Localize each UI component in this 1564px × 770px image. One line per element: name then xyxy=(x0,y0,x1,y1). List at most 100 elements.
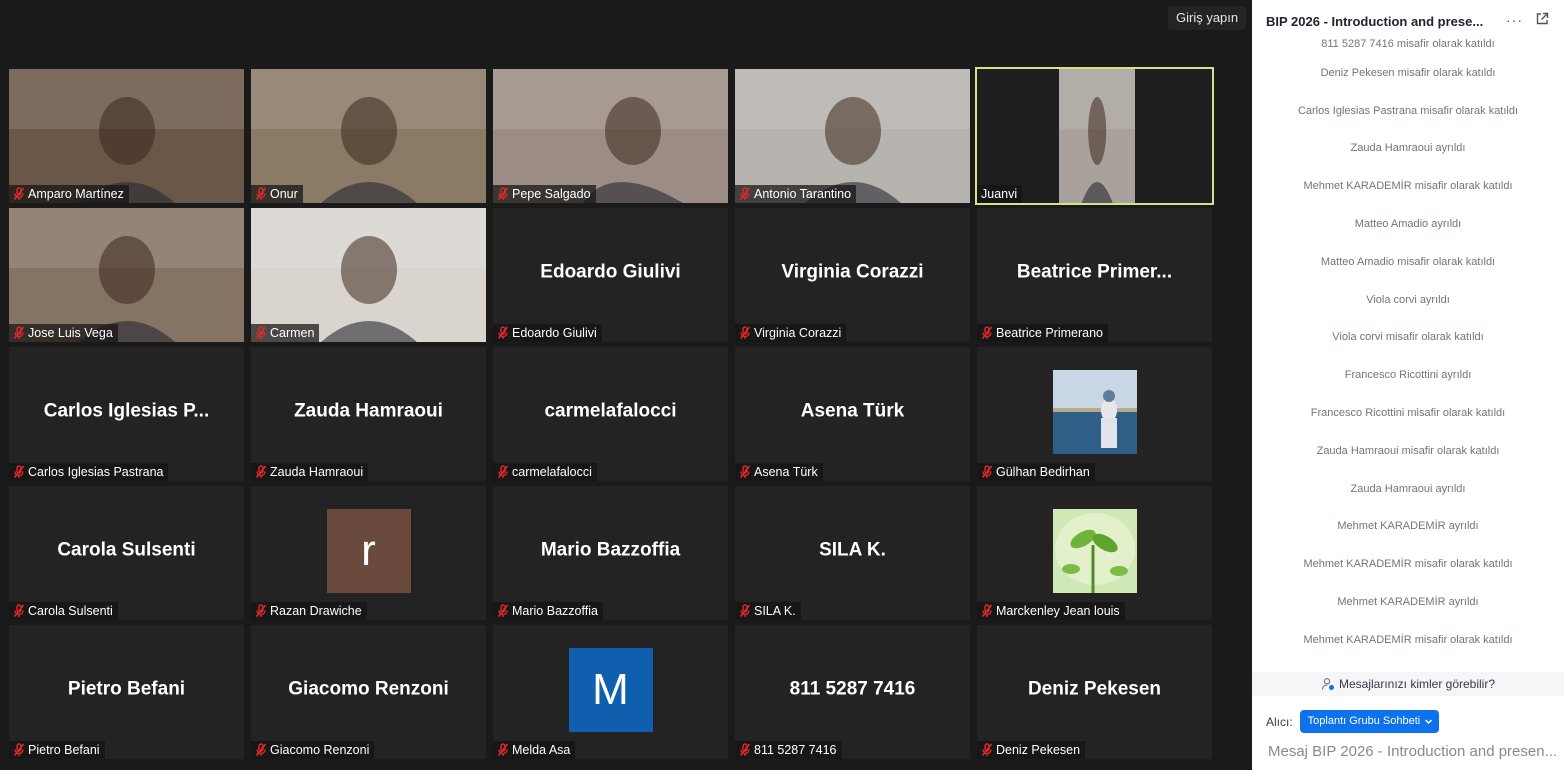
participant-display-name: Carola Sulsenti xyxy=(57,539,196,561)
participant-display-name: Asena Türk xyxy=(800,400,905,422)
participant-tile[interactable]: Asena Türk Asena Türk xyxy=(735,347,970,481)
participant-video-icon xyxy=(9,69,244,203)
participant-tile[interactable]: Carola Sulsenti Carola Sulsenti xyxy=(9,486,244,620)
participant-video xyxy=(9,69,244,203)
participant-name-label: Virginia Corazzi xyxy=(735,324,847,342)
participant-name: 811 5287 7416 xyxy=(754,743,837,757)
participant-name: Carlos Iglesias Pastrana xyxy=(28,465,164,479)
participant-name: Razan Drawiche xyxy=(270,604,362,618)
participant-name: Carmen xyxy=(270,326,315,340)
muted-microphone-icon xyxy=(255,187,267,201)
participant-tile[interactable]: SILA K. SILA K. xyxy=(735,486,970,620)
participant-display-name: Deniz Pekesen xyxy=(1027,678,1162,700)
system-message: Matteo Amadio misafir olarak katıldı xyxy=(1320,255,1496,268)
participant-tile[interactable]: Gülhan Bedirhan xyxy=(977,347,1212,481)
participant-display-name: Beatrice Primer... xyxy=(1016,261,1173,283)
participant-video xyxy=(251,69,486,203)
participant-tile[interactable]: Antonio Tarantino xyxy=(735,69,970,203)
muted-microphone-icon xyxy=(497,465,509,479)
recipient-row: Alıcı: Toplantı Grubu Sohbeti xyxy=(1266,710,1440,733)
participant-name: Zauda Hamraoui xyxy=(270,465,364,479)
participant-tile[interactable]: Jose Luis Vega xyxy=(9,208,244,342)
more-horizontal-icon[interactable]: ··· xyxy=(1506,12,1523,28)
participant-name: Jose Luis Vega xyxy=(28,326,113,340)
participant-name: Pepe Salgado xyxy=(512,187,591,201)
participant-tile[interactable]: M Melda Asa xyxy=(493,625,728,759)
participant-name: Carola Sulsenti xyxy=(28,604,113,618)
participant-tile[interactable]: r Razan Drawiche xyxy=(251,486,486,620)
participant-tile[interactable]: Marckenley Jean louis xyxy=(977,486,1212,620)
participant-name: Asena Türk xyxy=(754,465,818,479)
participant-name: Juanvi xyxy=(981,187,1018,201)
muted-microphone-icon xyxy=(497,743,509,757)
system-message: Mehmet KARADEMİR misafir olarak katıldı xyxy=(1303,180,1513,193)
participant-tile[interactable]: Carmen xyxy=(251,208,486,342)
participant-tile[interactable]: Giacomo Renzoni Giacomo Renzoni xyxy=(251,625,486,759)
message-visibility-link[interactable]: Mesajlarınızı kimler görebilir? xyxy=(1252,672,1564,696)
participant-tile[interactable]: Mario Bazzoffia Mario Bazzoffia xyxy=(493,486,728,620)
participant-tile[interactable]: Edoardo Giulivi Edoardo Giulivi xyxy=(493,208,728,342)
system-message: Mehmet KARADEMİR misafir olarak katıldı xyxy=(1303,633,1513,646)
participant-tile[interactable]: Onur xyxy=(251,69,486,203)
participant-name-label: Melda Asa xyxy=(493,741,576,759)
muted-microphone-icon xyxy=(497,187,509,201)
participant-name: Onur xyxy=(270,187,298,201)
system-message: 811 5287 7416 misafir olarak katıldı xyxy=(1321,38,1495,50)
participant-video-icon xyxy=(1059,69,1135,203)
participant-tile[interactable]: Pepe Salgado xyxy=(493,69,728,203)
participant-name-label: Beatrice Primerano xyxy=(977,324,1108,342)
participant-tile[interactable]: Juanvi xyxy=(975,67,1214,205)
popout-icon[interactable] xyxy=(1535,12,1549,26)
recipient-dropdown[interactable]: Toplantı Grubu Sohbeti xyxy=(1299,710,1440,733)
participant-name-label: Juanvi xyxy=(977,185,1023,203)
muted-microphone-icon xyxy=(255,465,267,479)
participant-tile[interactable]: 811 5287 7416 811 5287 7416 xyxy=(735,625,970,759)
muted-microphone-icon xyxy=(497,326,509,340)
participant-name-label: Pepe Salgado xyxy=(493,185,596,203)
muted-microphone-icon xyxy=(13,326,25,340)
participant-name-label: carmelafalocci xyxy=(493,463,597,481)
participant-name: Giacomo Renzoni xyxy=(270,743,370,757)
muted-microphone-icon xyxy=(13,743,25,757)
participant-name: carmelafalocci xyxy=(512,465,592,479)
participant-display-name: carmelafalocci xyxy=(544,400,677,422)
participant-video xyxy=(735,69,970,203)
participant-tile[interactable]: Virginia Corazzi Virginia Corazzi xyxy=(735,208,970,342)
system-message: Matteo Amadio ayrıldı xyxy=(1354,218,1462,231)
participant-name-label: Amparo Martínez xyxy=(9,185,129,203)
message-visibility-text: Mesajlarınızı kimler görebilir? xyxy=(1338,677,1496,691)
participant-name-label: Giacomo Renzoni xyxy=(251,741,375,759)
participant-tile[interactable]: Beatrice Primer... Beatrice Primerano xyxy=(977,208,1212,342)
participant-name-label: Jose Luis Vega xyxy=(9,324,118,342)
participant-name: Edoardo Giulivi xyxy=(512,326,597,340)
participant-tile[interactable]: Amparo Martínez xyxy=(9,69,244,203)
chat-panel: BIP 2026 - Introduction and prese... ···… xyxy=(1252,0,1564,770)
participant-tile[interactable]: Carlos Iglesias P... Carlos Iglesias Past… xyxy=(9,347,244,481)
participant-name-label: Razan Drawiche xyxy=(251,602,367,620)
participant-name: Beatrice Primerano xyxy=(996,326,1103,340)
participant-name-label: 811 5287 7416 xyxy=(735,741,842,759)
sign-in-button[interactable]: Giriş yapın xyxy=(1168,6,1247,30)
participant-name-label: Carola Sulsenti xyxy=(9,602,118,620)
system-message: Mehmet KARADEMİR ayrıldı xyxy=(1337,520,1479,533)
participant-name: SILA K. xyxy=(754,604,796,618)
chat-message-input[interactable] xyxy=(1268,740,1564,762)
participant-name: Melda Asa xyxy=(512,743,571,757)
avatar: M xyxy=(568,648,653,732)
participant-name-label: Asena Türk xyxy=(735,463,823,481)
recipient-label: Alıcı: xyxy=(1266,714,1293,729)
participant-name: Antonio Tarantino xyxy=(754,187,852,201)
participant-name: Pietro Befani xyxy=(28,743,100,757)
chat-message-list[interactable]: 811 5287 7416 misafir olarak katıldı Deni… xyxy=(1252,38,1564,670)
system-message: Zauda Hamraoui ayrıldı xyxy=(1350,482,1466,495)
muted-microphone-icon xyxy=(13,604,25,618)
participant-tile[interactable]: Deniz Pekesen Deniz Pekesen xyxy=(977,625,1212,759)
participant-tile[interactable]: carmelafalocci carmelafalocci xyxy=(493,347,728,481)
participant-video-icon xyxy=(735,69,970,203)
muted-microphone-icon xyxy=(981,465,993,479)
participant-tile[interactable]: Zauda Hamraoui Zauda Hamraoui xyxy=(251,347,486,481)
participant-name: Deniz Pekesen xyxy=(996,743,1081,757)
participant-name-label: Carlos Iglesias Pastrana xyxy=(9,463,169,481)
participant-display-name: Edoardo Giulivi xyxy=(540,261,681,283)
participant-tile[interactable]: Pietro Befani Pietro Befani xyxy=(9,625,244,759)
